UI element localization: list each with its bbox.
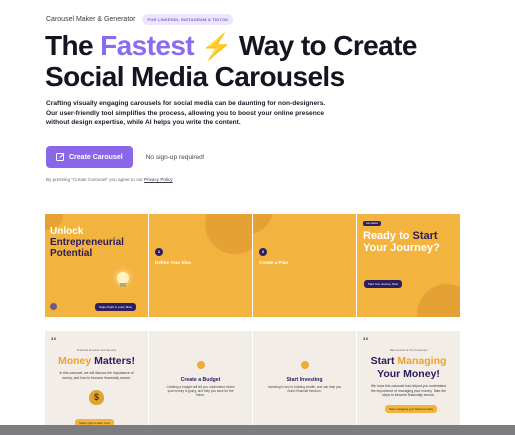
step-title: Create a Plan xyxy=(259,260,289,265)
slide-title: Ready to Start Your Journey? xyxy=(363,230,440,254)
description-line-3: without design expertise, while AI helps… xyxy=(46,119,241,127)
decor-blob xyxy=(253,214,273,234)
carousel-slide-outro[interactable]: Get started Ready to Start Your Journey?… xyxy=(357,214,460,317)
slide-title: Create a Budget xyxy=(180,377,221,383)
hero-headline: The Fastest ⚡ Way to Create Social Media… xyxy=(45,31,485,92)
no-signup-note: No sign-up required! xyxy=(145,153,205,161)
lightbulb-base xyxy=(120,283,126,287)
brand-logo: 3X xyxy=(363,336,369,341)
create-carousel-button[interactable]: Create Carousel xyxy=(46,146,133,168)
headline-part2: Way to Create xyxy=(231,30,417,61)
title-rest: Entrepreneurial xyxy=(50,237,124,248)
terms-note: By pressing "Create Carousel" you agree … xyxy=(46,177,173,182)
brand-logo: 3X xyxy=(51,336,57,341)
title-dark: Start xyxy=(370,355,398,367)
slide-kicker: Financial Freedom and Security xyxy=(76,348,117,352)
slide-description: We hope this carousel has helped you und… xyxy=(370,384,447,398)
step-dot-icon xyxy=(301,361,309,369)
cta-row: Create Carousel No sign-up required! xyxy=(46,146,205,168)
platforms-badge: FOR LINKEDIN, INSTAGRAM & TIKTOK xyxy=(142,14,234,25)
decor-blob xyxy=(417,284,460,317)
hero-eyebrow-row: Carousel Maker & Generator FOR LINKEDIN,… xyxy=(46,14,234,25)
decor-blob xyxy=(205,214,252,254)
title-line2: Your Journey? xyxy=(363,242,440,254)
carousel-slide-step-1[interactable]: 1 Define Your Idea xyxy=(149,214,252,317)
title-dark: Start xyxy=(412,230,438,242)
title-highlight: Unlock xyxy=(50,226,84,237)
carousel-slide-money-intro[interactable]: 3X Financial Freedom and Security Money … xyxy=(45,331,148,435)
title-rest: Matters! xyxy=(91,355,136,367)
slide-title: Start Investing xyxy=(286,377,323,383)
headline-line2: Social Media Carousels xyxy=(45,61,345,92)
avatar xyxy=(50,303,57,310)
start-journey-button: Start Your Journey Now! xyxy=(364,280,403,288)
step-badge: 2 xyxy=(259,248,267,256)
start-managing-button: Start managing your finances today xyxy=(385,405,437,413)
slide-description: Creating a budget will tell you understa… xyxy=(166,385,235,398)
bottom-scroll-bar[interactable] xyxy=(0,425,515,435)
step-dot-icon xyxy=(197,361,205,369)
slide-pill: Get started xyxy=(363,221,381,226)
description-line-2: Our user-friendly tool simplifies the pr… xyxy=(46,109,325,117)
slide-description: In this carousel, we will discuss the im… xyxy=(59,371,134,380)
lightning-icon: ⚡ xyxy=(201,33,232,61)
edit-icon xyxy=(56,153,64,161)
slide-kicker: · xyxy=(50,219,51,223)
slide-title: Unlock Entrepreneurial Potential xyxy=(50,226,148,259)
title-line2: Potential xyxy=(50,248,93,259)
carousel-slide-money-outro[interactable]: 3X Take Control of Your Finances! Start … xyxy=(357,331,460,435)
title-orange: Money xyxy=(57,355,92,367)
title-line2: Your Money! xyxy=(377,368,440,380)
slide-description: Investing is key to building wealth, and… xyxy=(267,385,342,394)
title-orange: Managing xyxy=(397,355,447,367)
description-line-1: Crafting visually engaging carousels for… xyxy=(46,100,326,107)
headline-accent: Fastest xyxy=(100,30,195,61)
privacy-policy-link[interactable]: Privacy Policy xyxy=(144,177,173,182)
step-badge: 1 xyxy=(155,248,163,256)
money-bag-icon: $ xyxy=(89,390,104,405)
slide-title: Start Managing Your Money! xyxy=(357,355,460,381)
hero-description: Crafting visually engaging carousels for… xyxy=(46,99,386,128)
slide-title: Money Matters! xyxy=(45,355,148,367)
carousel-slide-investing[interactable]: Start Investing Investing is key to buil… xyxy=(253,331,356,435)
carousel-slide-intro[interactable]: · Unlock Entrepreneurial Potential Swipe… xyxy=(45,214,148,317)
slide-kicker: Take Control of Your Finances! xyxy=(389,348,428,352)
create-carousel-label: Create Carousel xyxy=(69,153,123,161)
terms-prefix: By pressing "Create Carousel" you agree … xyxy=(46,177,144,182)
headline-part1: The xyxy=(45,30,101,61)
product-eyebrow: Carousel Maker & Generator xyxy=(46,16,136,23)
swipe-button: Swipe Right to Learn More xyxy=(95,303,137,311)
carousel-slide-step-2[interactable]: 2 Create a Plan xyxy=(253,214,356,317)
carousel-slide-budget[interactable]: Create a Budget Creating a budget will t… xyxy=(149,331,252,435)
step-title: Define Your Idea xyxy=(155,260,191,265)
landing-page: Carousel Maker & Generator FOR LINKEDIN,… xyxy=(0,0,515,435)
title-white: Ready to xyxy=(363,230,413,242)
